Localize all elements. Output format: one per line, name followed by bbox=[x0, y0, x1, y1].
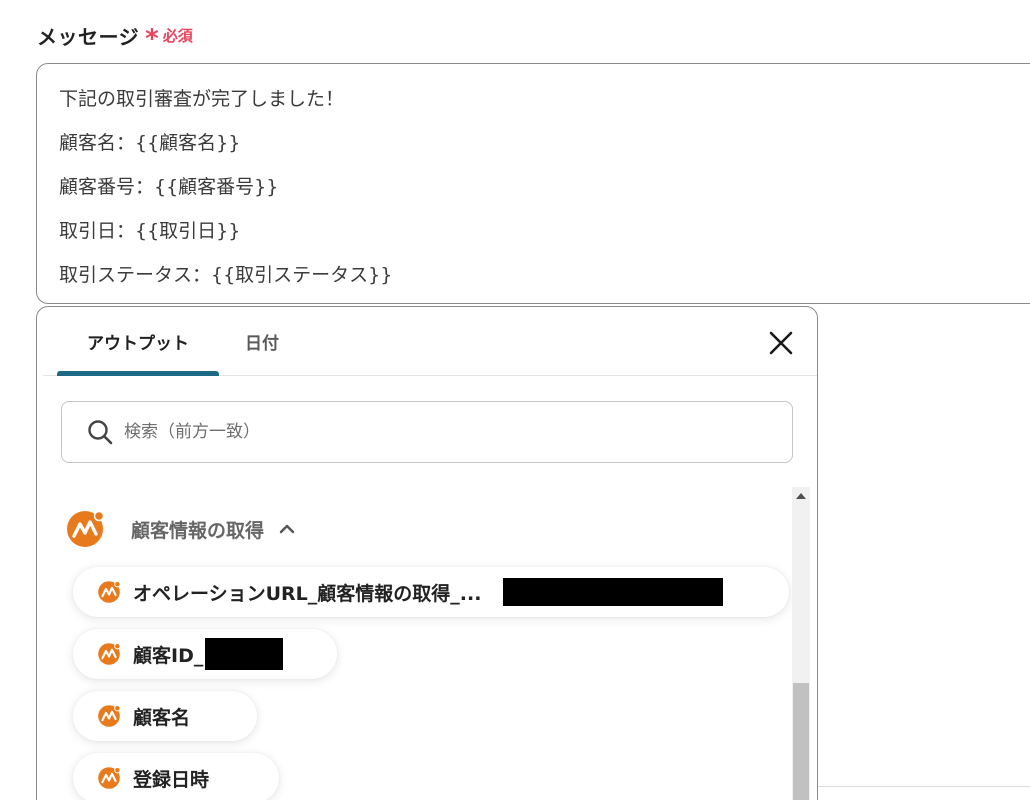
app-logo-icon bbox=[67, 510, 105, 547]
page: メッセージ * 必須 下記の取引審査が完了しました！ 顧客名：{{顧客名}} 顧… bbox=[0, 0, 1030, 800]
message-line: 取引日：{{取引日}} bbox=[59, 220, 241, 242]
output-picker-popup: アウトプット 日付 顧客情報の取得 bbox=[36, 306, 818, 800]
tab-date[interactable]: 日付 bbox=[229, 307, 295, 375]
message-line: 下記の取引審査が完了しました！ bbox=[59, 88, 345, 110]
output-item[interactable]: オペレーションURL_顧客情報の取得_... bbox=[73, 567, 789, 617]
output-item-label: 登録日時 bbox=[133, 768, 210, 791]
output-item[interactable]: 顧客ID_ bbox=[73, 629, 337, 679]
background-area bbox=[818, 306, 1030, 800]
output-item[interactable]: 登録日時 bbox=[73, 753, 279, 800]
scroll-up-arrow-icon[interactable] bbox=[796, 493, 806, 499]
message-line: 顧客番号：{{顧客番号}} bbox=[59, 176, 279, 198]
required-text: 必須 bbox=[162, 26, 193, 45]
tab-output[interactable]: アウトプット bbox=[57, 307, 219, 376]
search-icon bbox=[88, 420, 113, 445]
message-line: 顧客名：{{顧客名}} bbox=[59, 132, 241, 154]
group-title: 顧客情報の取得 bbox=[131, 519, 265, 542]
divider bbox=[818, 786, 1030, 787]
output-item-label: オペレーションURL_顧客情報の取得_... bbox=[133, 582, 482, 605]
message-line: 取引ステータス：{{取引ステータス}} bbox=[59, 264, 393, 286]
group-header[interactable]: 顧客情報の取得 bbox=[65, 509, 296, 549]
output-item[interactable]: 顧客名 bbox=[73, 691, 257, 741]
app-logo-icon bbox=[98, 581, 121, 603]
redacted-block bbox=[205, 638, 284, 670]
app-logo-icon bbox=[98, 705, 121, 727]
output-item-label: 顧客ID_ bbox=[133, 644, 204, 667]
message-field-label: メッセージ * 必須 bbox=[37, 20, 193, 54]
tab-bar: アウトプット 日付 bbox=[43, 307, 817, 376]
search-input[interactable] bbox=[122, 421, 726, 443]
scrollbar[interactable] bbox=[792, 487, 810, 800]
output-list: 顧客情報の取得 オペレーションURL_顧客情報の取得_... 顧客ID_ 顧客名… bbox=[37, 487, 817, 800]
required-asterisk: * bbox=[145, 24, 159, 54]
field-label-text: メッセージ bbox=[37, 24, 140, 49]
close-icon[interactable] bbox=[767, 329, 795, 357]
app-logo-icon bbox=[98, 643, 121, 665]
scroll-thumb[interactable] bbox=[793, 683, 809, 800]
message-textarea[interactable]: 下記の取引審査が完了しました！ 顧客名：{{顧客名}} 顧客番号：{{顧客番号}… bbox=[36, 63, 1030, 304]
search-field[interactable] bbox=[61, 401, 793, 463]
output-item-label: 顧客名 bbox=[133, 706, 191, 729]
redacted-block bbox=[503, 578, 724, 606]
app-logo-icon bbox=[98, 767, 121, 789]
chevron-up-icon[interactable] bbox=[278, 520, 296, 538]
